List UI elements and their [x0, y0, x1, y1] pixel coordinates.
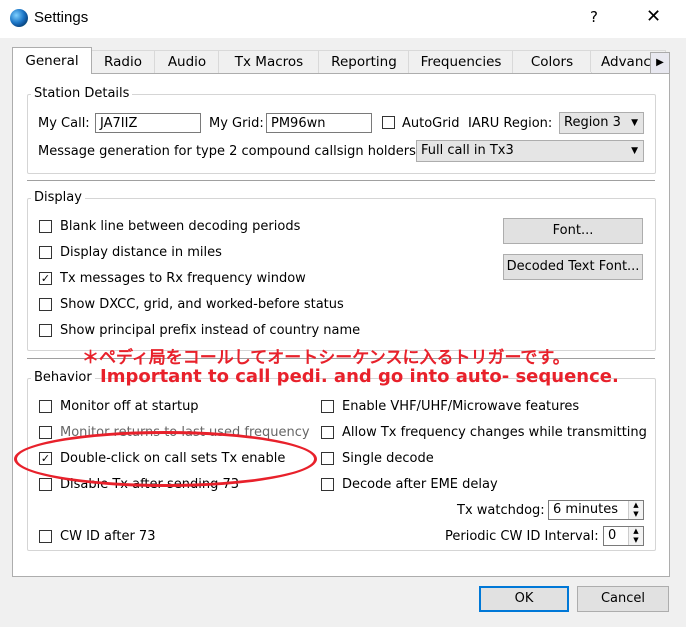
cancel-button[interactable]: Cancel	[577, 586, 669, 612]
allow-tx-freq-checkbox[interactable]	[321, 426, 334, 439]
vhf-uhf-checkbox[interactable]	[321, 400, 334, 413]
close-icon[interactable]: ✕	[646, 6, 661, 27]
tab-audio[interactable]: Audio	[154, 50, 220, 73]
ok-button[interactable]: OK	[479, 586, 569, 612]
my-grid-input[interactable]: PM96wn	[266, 113, 372, 133]
allow-tx-freq-label: Allow Tx frequency changes while transmi…	[342, 425, 647, 440]
autogrid-label: AutoGrid	[402, 116, 460, 131]
title-bar: Settings ? ✕	[0, 0, 686, 38]
display-label: Display	[31, 190, 85, 205]
tab-radio[interactable]: Radio	[90, 50, 156, 73]
tab-tx-macros[interactable]: Tx Macros	[218, 50, 320, 73]
principal-prefix-checkbox[interactable]	[39, 324, 52, 337]
spin-arrows-icon[interactable]: ▲ ▼	[628, 501, 643, 519]
message-generation-select[interactable]: Full call in Tx3 ▼	[416, 140, 644, 162]
blank-line-label: Blank line between decoding periods	[60, 219, 301, 234]
cw-id-checkbox[interactable]	[39, 530, 52, 543]
autogrid-checkbox[interactable]	[382, 116, 395, 129]
station-details-group	[27, 94, 656, 174]
font-button[interactable]: Font...	[503, 218, 643, 244]
annotation-japanese: ＊ペディ局をコールしてオートシーケンスに入るトリガーです。	[82, 348, 570, 368]
blank-line-checkbox[interactable]	[39, 220, 52, 233]
periodic-cw-label: Periodic CW ID Interval:	[445, 529, 599, 544]
monitor-returns-checkbox[interactable]	[39, 426, 52, 439]
my-grid-label: My Grid:	[209, 116, 264, 131]
spin-arrows-icon[interactable]: ▲ ▼	[628, 527, 643, 545]
my-call-label: My Call:	[38, 116, 90, 131]
show-dxcc-checkbox[interactable]	[39, 298, 52, 311]
tab-scroll-right-icon[interactable]: ▶	[650, 52, 670, 74]
iaru-region-select[interactable]: Region 3 ▼	[559, 112, 644, 134]
decoded-text-font-button[interactable]: Decoded Text Font...	[503, 254, 643, 280]
distance-miles-checkbox[interactable]	[39, 246, 52, 259]
help-button[interactable]: ?	[590, 8, 598, 26]
globe-icon	[10, 9, 28, 27]
tab-frequencies[interactable]: Frequencies	[408, 50, 514, 73]
window-title: Settings	[34, 9, 89, 26]
tab-general[interactable]: General	[12, 47, 92, 74]
iaru-region-label: IARU Region:	[468, 116, 553, 131]
eme-delay-label: Decode after EME delay	[342, 477, 498, 492]
disable-tx-checkbox[interactable]	[39, 478, 52, 491]
tab-colors[interactable]: Colors	[512, 50, 592, 73]
periodic-cw-value: 0	[608, 528, 617, 543]
tab-reporting[interactable]: Reporting	[318, 50, 410, 73]
eme-delay-checkbox[interactable]	[321, 478, 334, 491]
annotation-english: Important to call pedi. and go into auto…	[100, 366, 619, 387]
message-generation-label: Message generation for type 2 compound c…	[38, 144, 421, 159]
tx-watchdog-label: Tx watchdog:	[457, 503, 545, 518]
tx-messages-rx-label: Tx messages to Rx frequency window	[60, 271, 306, 286]
tx-watchdog-spinbox[interactable]: 6 minutes ▲ ▼	[548, 500, 644, 520]
behavior-label: Behavior	[31, 370, 95, 385]
message-generation-value: Full call in Tx3	[421, 143, 514, 158]
chevron-down-icon: ▼	[631, 118, 638, 128]
highlight-ellipse	[14, 431, 317, 487]
monitor-off-label: Monitor off at startup	[60, 399, 199, 414]
general-panel: Station Details My Call: JA7IIZ My Grid:…	[12, 73, 670, 577]
my-call-input[interactable]: JA7IIZ	[95, 113, 201, 133]
cw-id-label: CW ID after 73	[60, 529, 156, 544]
principal-prefix-label: Show principal prefix instead of country…	[60, 323, 361, 338]
single-decode-checkbox[interactable]	[321, 452, 334, 465]
single-decode-label: Single decode	[342, 451, 434, 466]
vhf-uhf-label: Enable VHF/UHF/Microwave features	[342, 399, 580, 414]
station-details-label: Station Details	[31, 86, 133, 101]
iaru-region-value: Region 3	[564, 115, 621, 130]
monitor-off-checkbox[interactable]	[39, 400, 52, 413]
chevron-down-icon: ▼	[631, 146, 638, 156]
periodic-cw-spinbox[interactable]: 0 ▲ ▼	[603, 526, 644, 546]
divider	[27, 180, 655, 182]
distance-miles-label: Display distance in miles	[60, 245, 222, 260]
tx-watchdog-value: 6 minutes	[553, 502, 619, 517]
show-dxcc-label: Show DXCC, grid, and worked-before statu…	[60, 297, 344, 312]
tx-messages-rx-checkbox[interactable]: ✓	[39, 272, 52, 285]
